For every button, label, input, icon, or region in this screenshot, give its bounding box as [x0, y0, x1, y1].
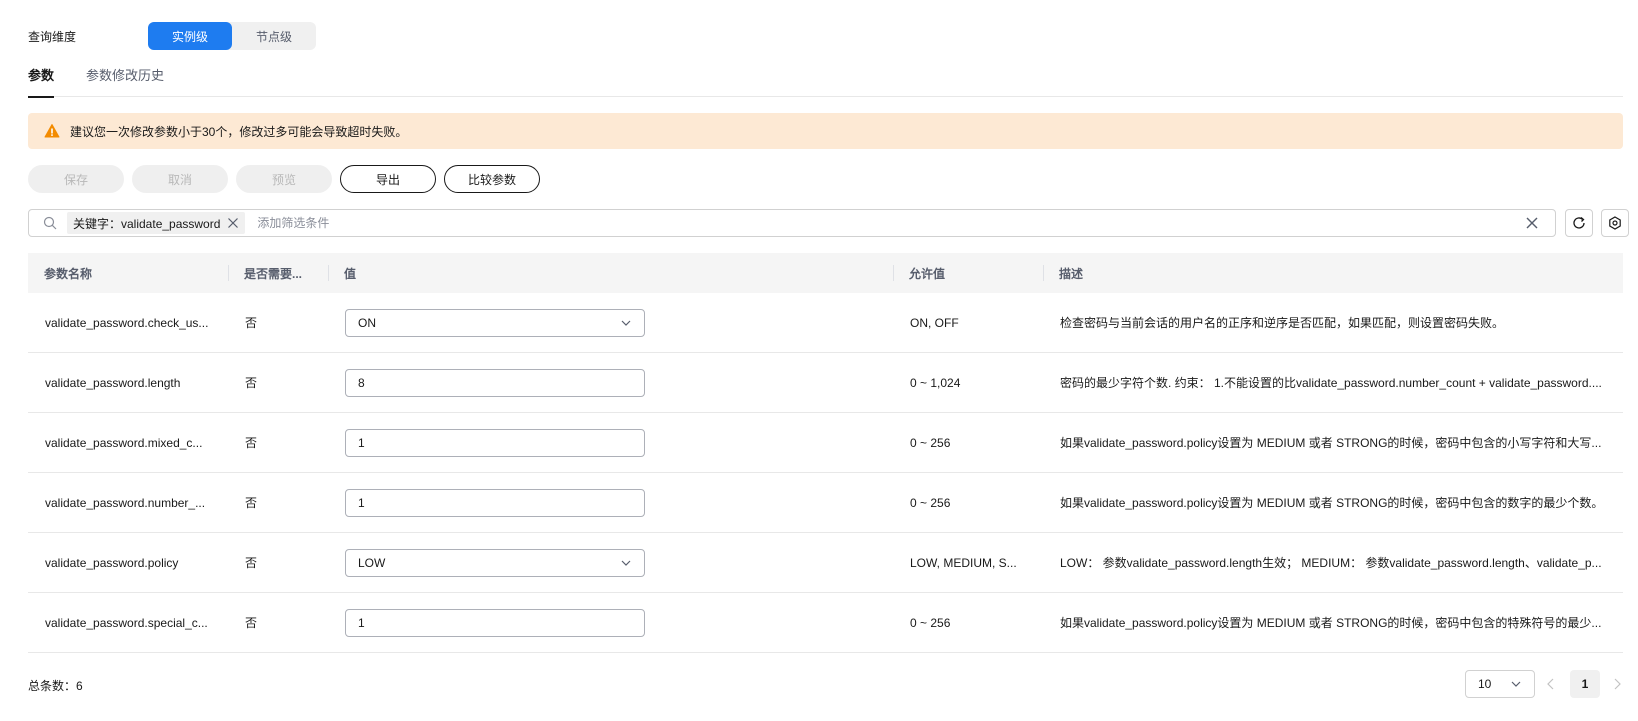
refresh-icon: [1573, 216, 1585, 229]
parameter-name: validate_password.number_...: [45, 495, 206, 510]
gear-icon: [1609, 216, 1621, 230]
value-cell: 1: [328, 608, 893, 637]
header-value: 值: [328, 253, 893, 293]
value-select[interactable]: ON: [345, 308, 645, 337]
save-button[interactable]: 保存: [28, 165, 124, 193]
restart-required: 否: [245, 376, 258, 390]
filter-search-bar: 关键字：validate_password: [28, 209, 1556, 237]
chevron-left-icon[interactable]: [1544, 677, 1558, 691]
tab-bar: 参数 参数修改历史: [28, 66, 1623, 98]
warning-icon: [44, 124, 60, 138]
tab-parameters[interactable]: 参数: [28, 66, 55, 98]
restart-required: 否: [245, 436, 258, 450]
table-row: validate_password.length 否 8 0 ~ 1,024 密…: [28, 353, 1623, 413]
description: LOW： 参数validate_password.length生效； MEDIU…: [1060, 556, 1602, 570]
parameter-name: validate_password.mixed_c...: [45, 435, 203, 450]
parameter-name: validate_password.special_c...: [45, 615, 208, 630]
parameter-name: validate_password.length: [45, 375, 181, 390]
cancel-button[interactable]: 取消: [132, 165, 228, 193]
action-toolbar: 保存 取消 预览 导出 比较参数: [28, 165, 540, 193]
value-input-text: 1: [358, 435, 365, 450]
query-dimension-label: 查询维度: [28, 29, 77, 44]
keyword-filter-chip: 关键字：validate_password: [67, 212, 246, 234]
export-button[interactable]: 导出: [340, 165, 436, 193]
tab-parameter-history[interactable]: 参数修改历史: [86, 66, 164, 97]
description: 如果validate_password.policy设置为 MEDIUM 或者 …: [1060, 496, 1604, 510]
header-description: 描述: [1043, 253, 1623, 293]
allowed-values: 0 ~ 256: [910, 495, 951, 510]
restart-required: 否: [245, 556, 258, 570]
compare-parameters-button[interactable]: 比较参数: [444, 165, 540, 193]
description: 密码的最少字符个数. 约束： 1.不能设置的比validate_password…: [1060, 376, 1602, 390]
restart-required: 否: [245, 316, 258, 330]
value-cell: 1: [328, 488, 893, 517]
value-select-text: ON: [358, 315, 376, 330]
allowed-values: 0 ~ 256: [910, 615, 951, 630]
table-header: 参数名称 是否需要... 值 允许值 描述: [28, 253, 1623, 293]
clear-search-icon[interactable]: [1525, 216, 1539, 230]
value-input-text: 1: [358, 615, 365, 630]
value-cell: LOW: [328, 548, 893, 577]
value-input-text: 8: [358, 375, 365, 390]
description: 检查密码与当前会话的用户名的正序和逆序是否匹配，如果匹配，则设置密码失败。: [1060, 316, 1505, 330]
value-input[interactable]: 1: [345, 428, 645, 457]
value-select[interactable]: LOW: [345, 548, 645, 577]
table-row: validate_password.number_... 否 1 0 ~ 256…: [28, 473, 1623, 533]
table-row: validate_password.special_c... 否 1 0 ~ 2…: [28, 593, 1623, 653]
parameters-table: 参数名称 是否需要... 值 允许值 描述 validate_password.…: [28, 253, 1623, 653]
value-input-text: 1: [358, 495, 365, 510]
chevron-down-icon: [621, 320, 631, 326]
parameter-name: validate_password.policy: [45, 555, 179, 570]
chevron-right-icon[interactable]: [1610, 677, 1624, 691]
page-number-current[interactable]: 1: [1570, 670, 1600, 698]
table-row: validate_password.policy 否 LOW LOW, MEDI…: [28, 533, 1623, 593]
table-row: validate_password.mixed_c... 否 1 0 ~ 256…: [28, 413, 1623, 473]
alert-text: 建议您一次修改参数小于30个，修改过多可能会导致超时失败。: [70, 124, 408, 139]
header-allowed-values: 允许值: [893, 253, 1043, 293]
value-input[interactable]: 8: [345, 368, 645, 397]
allowed-values: 0 ~ 1,024: [910, 375, 961, 390]
filter-input[interactable]: [257, 216, 1525, 230]
value-input[interactable]: 1: [345, 608, 645, 637]
keyword-filter-label: 关键字：validate_password: [73, 216, 221, 231]
preview-button[interactable]: 预览: [236, 165, 332, 193]
warning-alert: 建议您一次修改参数小于30个，修改过多可能会导致超时失败。: [28, 113, 1623, 149]
page-size-select[interactable]: 10: [1465, 670, 1535, 698]
value-input[interactable]: 1: [345, 488, 645, 517]
table-row: validate_password.check_us... 否 ON ON, O…: [28, 293, 1623, 353]
allowed-values: 0 ~ 256: [910, 435, 951, 450]
dimension-option-instance[interactable]: 实例级: [148, 22, 232, 50]
total-count: 总条数：6: [28, 679, 83, 693]
parameter-name: validate_password.check_us...: [45, 315, 209, 330]
value-cell: 1: [328, 428, 893, 457]
chevron-down-icon: [1511, 681, 1521, 687]
query-dimension: 查询维度 实例级 节点级: [28, 22, 316, 50]
description: 如果validate_password.policy设置为 MEDIUM 或者 …: [1060, 436, 1602, 450]
dimension-option-node[interactable]: 节点级: [232, 22, 316, 50]
dimension-segmented-control: 实例级 节点级: [148, 22, 316, 50]
value-cell: 8: [328, 368, 893, 397]
remove-filter-icon[interactable]: [227, 217, 239, 229]
page-size-value: 10: [1478, 677, 1492, 691]
chevron-down-icon: [621, 560, 631, 566]
restart-required: 否: [245, 616, 258, 630]
header-parameter-name: 参数名称: [44, 266, 93, 281]
allowed-values: LOW, MEDIUM, S...: [910, 555, 1017, 570]
search-icon: [43, 216, 57, 230]
value-select-text: LOW: [358, 555, 386, 570]
allowed-values: ON, OFF: [910, 315, 959, 330]
value-cell: ON: [328, 308, 893, 337]
settings-button[interactable]: [1601, 209, 1629, 237]
refresh-button[interactable]: [1565, 209, 1593, 237]
description: 如果validate_password.policy设置为 MEDIUM 或者 …: [1060, 616, 1602, 630]
restart-required: 否: [245, 496, 258, 510]
header-restart-required: 是否需要...: [228, 253, 328, 293]
